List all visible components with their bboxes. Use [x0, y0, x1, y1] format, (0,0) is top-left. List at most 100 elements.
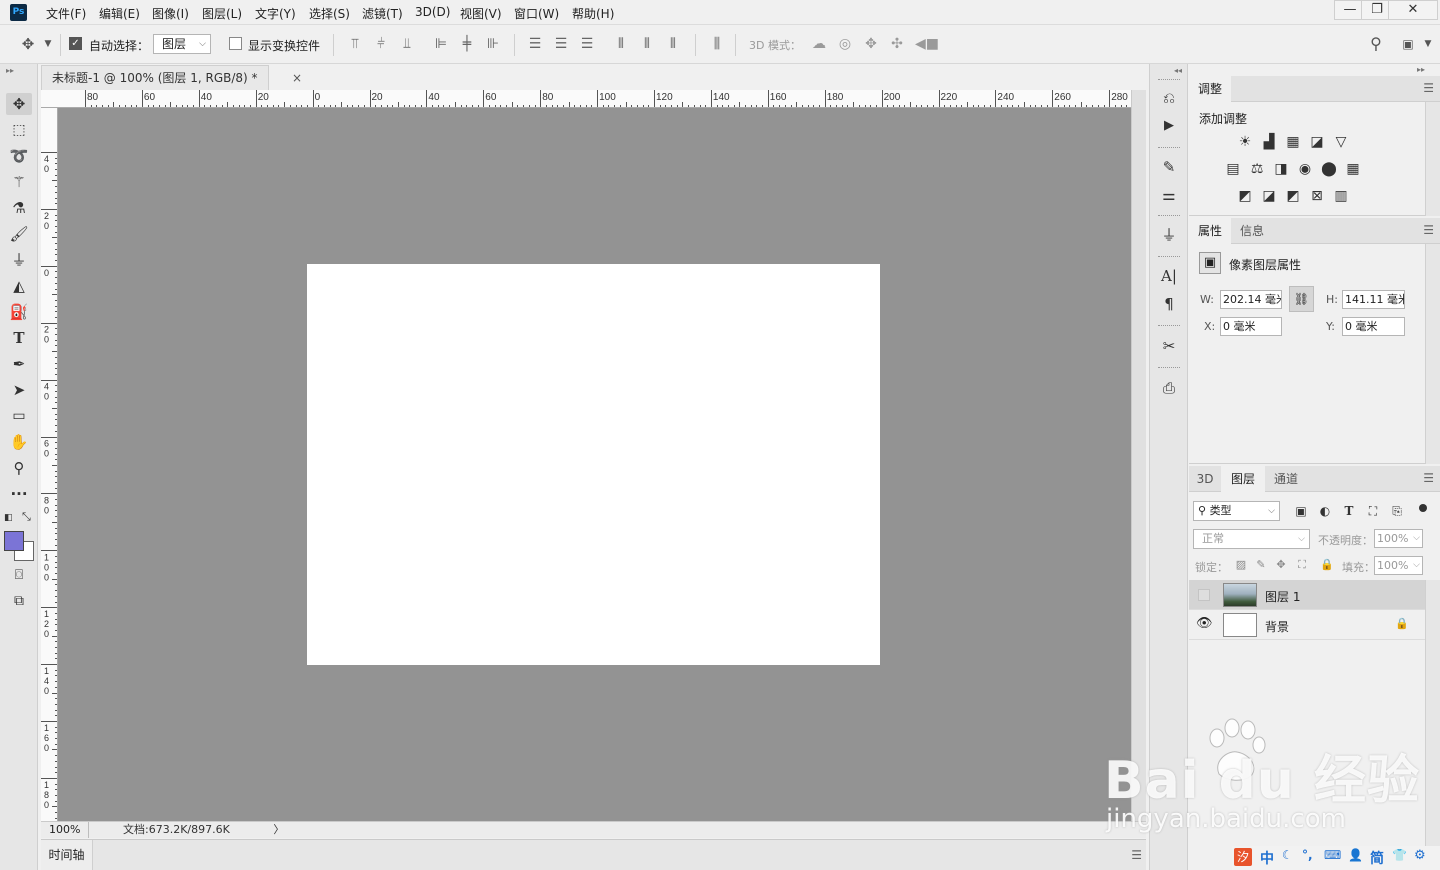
clone-source-icon[interactable]: ⏚ [1158, 224, 1180, 246]
align-vcenter-icon[interactable]: ⫩ [373, 36, 389, 52]
rectangle-tool-icon[interactable]: ▭ [6, 405, 32, 427]
menu-3d[interactable]: 3D(D) [415, 5, 450, 19]
collapse-icon[interactable]: ◂◂ [1174, 66, 1182, 75]
menu-select[interactable]: 选择(S) [309, 5, 350, 22]
exposure-icon[interactable]: ◪ [1308, 133, 1326, 151]
workspace-icon[interactable]: ▣ [1400, 36, 1416, 52]
filter-type-icon[interactable]: T [1340, 502, 1358, 520]
marquee-tool-icon[interactable]: ⬚ [6, 119, 32, 141]
visibility-toggle[interactable] [1198, 589, 1210, 601]
ime-user-icon[interactable]: 👤 [1348, 848, 1363, 862]
stamp-tool-icon[interactable]: ⏚ [6, 249, 32, 271]
paint-bucket-tool-icon[interactable]: ⛽ [6, 301, 32, 323]
ime-punctuation-icon[interactable]: °, [1302, 848, 1313, 862]
pen-tool-icon[interactable]: ✒ [6, 353, 32, 375]
history-icon[interactable]: ⎌ [1158, 87, 1180, 109]
hue-saturation-icon[interactable]: ▤ [1224, 160, 1242, 178]
hand-tool-icon[interactable]: ✋ [6, 431, 32, 453]
channel-mixer-icon[interactable]: ⬤ [1320, 160, 1338, 178]
distribute-right-icon[interactable]: ⦀ [665, 36, 681, 52]
vertical-scrollbar[interactable] [1131, 90, 1146, 822]
character-icon[interactable]: A| [1158, 265, 1180, 287]
show-transform-checkbox[interactable] [229, 37, 242, 50]
layers-scrollbar[interactable] [1425, 580, 1440, 846]
layer-name[interactable]: 背景 [1265, 618, 1289, 635]
grip-handle[interactable] [1158, 367, 1180, 369]
ime-simplified-mode[interactable]: 简 [1370, 848, 1384, 868]
opacity-field[interactable]: 100% ⌵ [1374, 529, 1423, 548]
3d-slide-icon[interactable]: ✣ [889, 36, 905, 52]
invert-icon[interactable]: ◩ [1236, 187, 1254, 205]
collapse-icon[interactable]: ▸▸ [1417, 65, 1425, 74]
selective-color-icon[interactable]: ⊠ [1308, 187, 1326, 205]
width-field[interactable]: 202.14 毫米 [1220, 290, 1282, 309]
3d-orbit-icon[interactable]: ☁ [811, 36, 827, 52]
menu-view[interactable]: 视图(V) [460, 5, 502, 22]
quick-mask-icon[interactable]: ⌼ [6, 564, 32, 586]
panel-menu-icon[interactable]: ☰ [1423, 223, 1434, 237]
3d-scale-icon[interactable]: ◀■ [915, 36, 939, 52]
ime-moon-icon[interactable]: ☾ [1282, 848, 1293, 862]
tab-layers[interactable]: 图层 [1221, 466, 1265, 492]
color-lookup-icon[interactable]: ▦ [1344, 160, 1362, 178]
screen-mode-icon[interactable]: ⧉ [6, 590, 32, 612]
search-icon[interactable]: ⚲ [1368, 36, 1384, 52]
menu-help[interactable]: 帮助(H) [572, 5, 614, 22]
path-selection-tool-icon[interactable]: ➤ [6, 379, 32, 401]
layer-filter-dropdown[interactable]: ⚲ 类型 ⌵ [1193, 501, 1280, 521]
grip-handle[interactable] [1158, 147, 1180, 149]
color-balance-icon[interactable]: ⚖ [1248, 160, 1266, 178]
default-colors-icon[interactable]: ◧ [4, 513, 14, 523]
chevron-right-icon[interactable]: 〉 [273, 823, 284, 836]
zoom-level-field[interactable]: 100% [41, 822, 89, 838]
menu-file[interactable]: 文件(F) [46, 5, 86, 22]
menu-type[interactable]: 文字(Y) [255, 5, 296, 22]
eyedropper-tool-icon[interactable]: ⚗ [6, 197, 32, 219]
distribute-top-icon[interactable]: ☰ [527, 36, 543, 52]
filter-shape-icon[interactable]: ⛶ [1364, 502, 1382, 520]
brightness-contrast-icon[interactable]: ☀ [1236, 133, 1254, 151]
lock-position-icon[interactable]: ✥ [1272, 556, 1290, 574]
x-field[interactable]: 0 毫米 [1220, 317, 1282, 336]
tab-channels[interactable]: 通道 [1265, 466, 1307, 492]
close-button[interactable]: ✕ [1388, 0, 1438, 20]
panel-menu-icon[interactable]: ☰ [1131, 848, 1142, 862]
more-tools-icon[interactable]: ··· [6, 483, 32, 505]
close-tab-icon[interactable]: × [292, 66, 302, 90]
brush-tool-icon[interactable]: 🖌 [6, 223, 32, 245]
lock-artboard-icon[interactable]: ⛶ [1293, 556, 1311, 574]
properties-scrollbar[interactable] [1425, 244, 1440, 464]
document-canvas[interactable] [307, 264, 880, 665]
tab-timeline[interactable]: 时间轴 [41, 840, 93, 870]
ime-keyboard-icon[interactable]: ⌨ [1324, 848, 1341, 862]
lock-all-icon[interactable]: 🔒 [1318, 556, 1336, 574]
ime-settings-icon[interactable]: ⚙ [1414, 848, 1426, 863]
menu-window[interactable]: 窗口(W) [514, 5, 559, 22]
align-top-icon[interactable]: ⫪ [347, 36, 363, 52]
grip-handle[interactable] [1158, 79, 1180, 81]
align-left-icon[interactable]: ⊫ [433, 36, 449, 52]
grip-handle[interactable] [1158, 325, 1180, 327]
chevron-down-icon[interactable]: ▼ [1420, 36, 1436, 52]
auto-select-target-dropdown[interactable]: 图层 ⌵ [153, 34, 211, 54]
height-field[interactable]: 141.11 毫米 [1342, 290, 1405, 309]
levels-icon[interactable]: ▟ [1260, 133, 1278, 151]
distribute-vcenter-icon[interactable]: ☰ [553, 36, 569, 52]
filter-adjustment-icon[interactable]: ◐ [1316, 502, 1334, 520]
ime-skin-icon[interactable]: 👕 [1392, 848, 1407, 862]
tab-adjustments[interactable]: 调整 [1189, 76, 1231, 102]
grip-handle[interactable] [1158, 215, 1180, 217]
layer-row-background[interactable]: 👁 背景 🔒 [1189, 610, 1425, 640]
ime-logo-icon[interactable]: 汐 [1234, 848, 1252, 866]
gradient-map-icon[interactable]: ▥ [1332, 187, 1350, 205]
brush-presets-icon[interactable]: ⚌ [1158, 184, 1180, 206]
align-bottom-icon[interactable]: ⫫ [399, 36, 415, 52]
distribute-left-icon[interactable]: ⦀ [613, 36, 629, 52]
zoom-tool-icon[interactable]: ⚲ [6, 457, 32, 479]
curves-icon[interactable]: ▦ [1284, 133, 1302, 151]
lock-transparent-icon[interactable]: ▨ [1232, 556, 1250, 574]
panel-menu-icon[interactable]: ☰ [1423, 471, 1434, 485]
eye-icon[interactable]: 👁 [1196, 616, 1213, 631]
blend-mode-dropdown[interactable]: 正常 ⌵ [1193, 529, 1310, 549]
auto-select-checkbox[interactable]: ✓ [69, 37, 82, 50]
